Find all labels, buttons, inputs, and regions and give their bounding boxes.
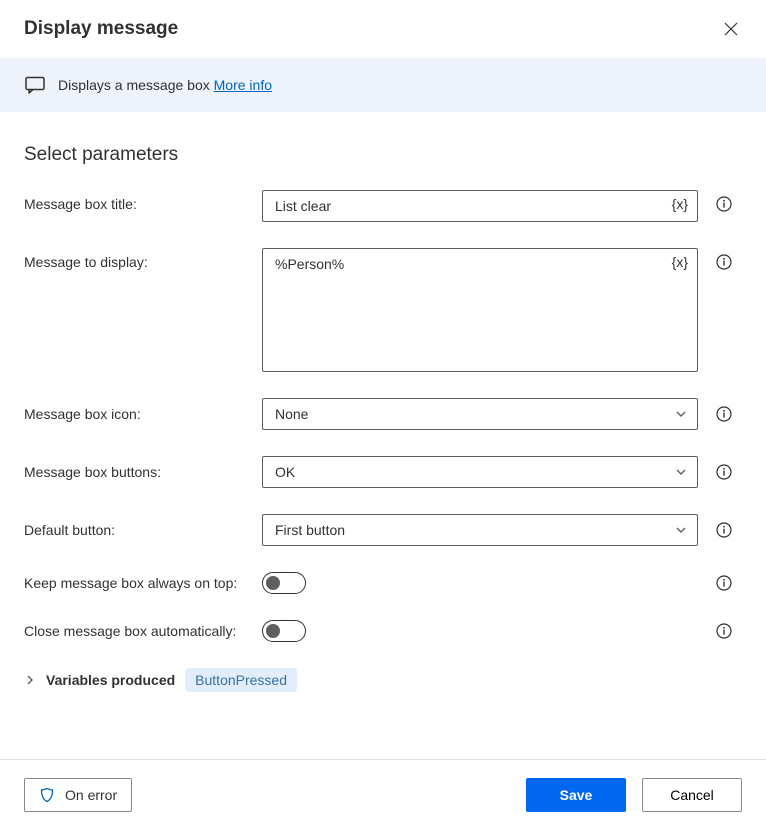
param-row-ontop: Keep message box always on top: [24,572,742,594]
message-icon [24,74,46,96]
content-area: Select parameters Message box title: {x}… [0,112,766,759]
label-autoclose: Close message box automatically: [24,623,254,639]
input-message[interactable]: %Person% [262,248,698,372]
param-row-icon: Message box icon: [24,398,742,430]
shield-icon [39,787,55,803]
param-row-default: Default button: [24,514,742,546]
select-default[interactable] [262,514,698,546]
label-title: Message box title: [24,190,254,212]
dialog-title: Display message [24,18,178,40]
variable-picker-icon[interactable]: {x} [672,196,688,212]
variable-chip[interactable]: ButtonPressed [185,668,297,692]
close-icon [724,22,738,36]
on-error-button[interactable]: On error [24,778,132,812]
variables-produced-row: Variables produced ButtonPressed [24,668,742,692]
select-buttons[interactable] [262,456,698,488]
dialog-footer: On error Save Cancel [0,759,766,830]
label-buttons: Message box buttons: [24,464,254,480]
save-button[interactable]: Save [526,778,626,812]
toggle-knob [266,576,280,590]
param-row-title: Message box title: {x} [24,190,742,222]
on-error-label: On error [65,787,117,803]
label-ontop: Keep message box always on top: [24,575,254,591]
section-title: Select parameters [24,144,742,166]
dialog-header: Display message [0,0,766,58]
info-icon[interactable] [706,575,742,591]
param-row-buttons: Message box buttons: [24,456,742,488]
select-icon[interactable] [262,398,698,430]
banner-text: Displays a message box [58,77,210,93]
input-title[interactable] [262,190,698,222]
description-banner: Displays a message box More info [0,58,766,112]
label-message: Message to display: [24,248,254,270]
chevron-right-icon[interactable] [24,674,36,686]
info-icon[interactable] [706,190,742,212]
info-icon[interactable] [706,406,742,422]
label-icon: Message box icon: [24,406,254,422]
param-row-message: Message to display: %Person% {x} [24,248,742,372]
toggle-autoclose[interactable] [262,620,306,642]
info-icon[interactable] [706,522,742,538]
info-icon[interactable] [706,248,742,270]
info-icon[interactable] [706,623,742,639]
close-button[interactable] [720,18,742,40]
label-default: Default button: [24,522,254,538]
info-icon[interactable] [706,464,742,480]
toggle-ontop[interactable] [262,572,306,594]
param-row-autoclose: Close message box automatically: [24,620,742,642]
variables-produced-label: Variables produced [46,672,175,688]
more-info-link[interactable]: More info [214,77,272,93]
cancel-button[interactable]: Cancel [642,778,742,812]
toggle-knob [266,624,280,638]
variable-picker-icon[interactable]: {x} [672,254,688,270]
